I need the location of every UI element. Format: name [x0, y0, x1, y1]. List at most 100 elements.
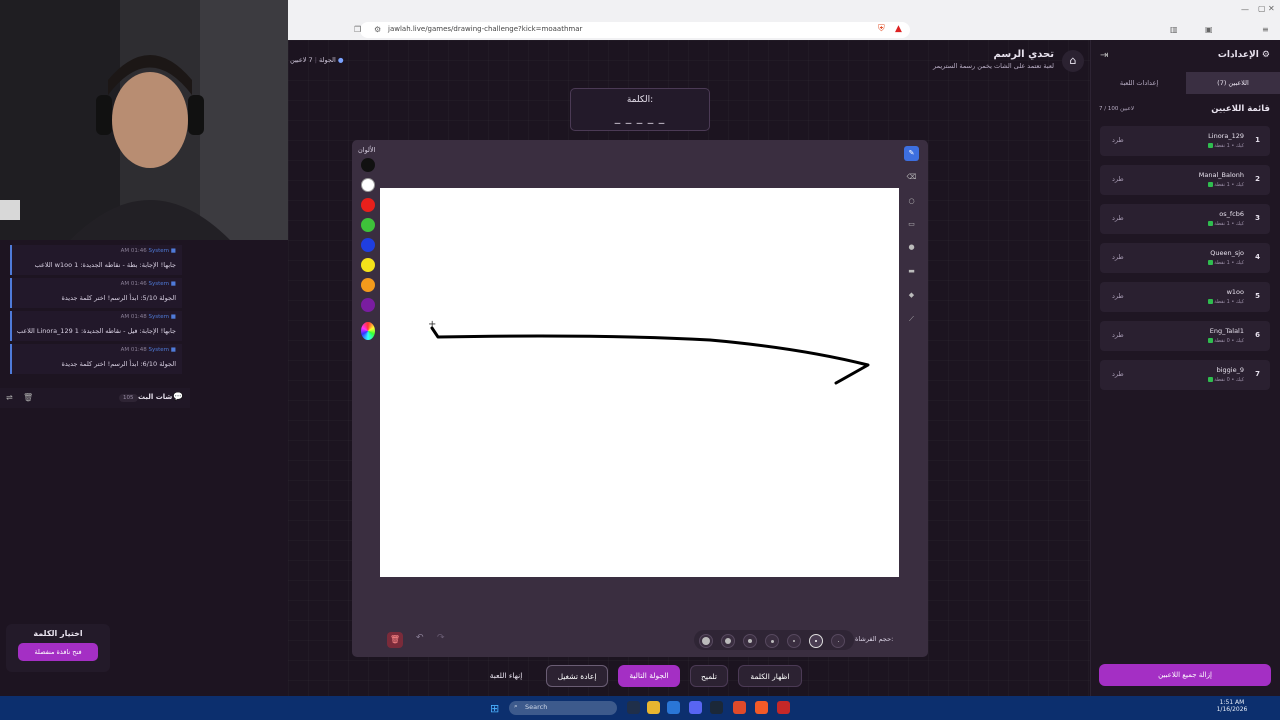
store-icon[interactable]	[667, 701, 680, 714]
player-rank: 1	[1255, 136, 1260, 144]
player-points: كيك • 1 نقطة	[1214, 299, 1244, 305]
tab-game-settings[interactable]: إعدادات اللعبة	[1092, 72, 1186, 94]
filter-icon[interactable]: ⇌	[6, 393, 13, 402]
undo-icon[interactable]: ↶	[416, 633, 424, 643]
taskbar-search-input[interactable]: ⌕ Search	[509, 701, 617, 715]
reveal-word-button[interactable]: اظهار الكلمة	[738, 665, 802, 687]
fill-bucket-tool-icon[interactable]: ◆	[904, 288, 919, 303]
sidebar-toggle-icon[interactable]: ▥	[1170, 25, 1178, 34]
file-explorer-icon[interactable]	[647, 701, 660, 714]
player-points: كيك • 1 نقطة	[1214, 221, 1244, 227]
color-swatch[interactable]	[361, 298, 375, 312]
player-name: Manal_Balonh	[1198, 171, 1244, 179]
word-box: الكلمة: _ _ _ _ _	[570, 88, 710, 131]
player-meta: كيك • 1 نقطة	[1207, 182, 1244, 188]
system-badge-icon: ■	[170, 281, 176, 287]
color-swatch[interactable]	[361, 198, 375, 212]
player-name: os_fcb6	[1219, 210, 1244, 218]
collapse-panel-icon[interactable]: ⇥	[1100, 50, 1108, 61]
next-round-button[interactable]: الجولة التالية	[618, 665, 680, 687]
hint-button[interactable]: تلميح	[690, 665, 728, 687]
color-swatch[interactable]	[361, 238, 375, 252]
open-window-button[interactable]: فتح نافذة منفصلة	[18, 643, 98, 661]
brush-size-xs[interactable]	[787, 634, 801, 648]
end-game-button[interactable]: إنهاء اللعبة	[480, 665, 532, 687]
tab-players[interactable]: اللاعبين (7)	[1186, 72, 1280, 94]
kick-player-button[interactable]: طرد	[1112, 292, 1124, 300]
player-name: Queen_sjo	[1210, 249, 1244, 257]
player-row: 4 Queen_sjo كيك • 1 نقطة طرد	[1100, 243, 1270, 273]
color-swatch[interactable]	[361, 158, 375, 172]
home-button[interactable]: ⌂	[1062, 50, 1084, 72]
redo-icon[interactable]: ↷	[437, 633, 445, 643]
replay-button[interactable]: إعادة تشغيل	[546, 665, 608, 687]
page-title: تحدي الرسم	[993, 49, 1054, 60]
system-message-sender: System	[148, 314, 170, 320]
maximize-icon[interactable]: ▢	[1258, 4, 1266, 13]
kick-player-button[interactable]: طرد	[1112, 370, 1124, 378]
clear-canvas-icon[interactable]: 🗑	[387, 632, 403, 648]
rectangle-tool-icon[interactable]: ▭	[904, 217, 919, 232]
player-row: 7 biggie_9 كيك • 0 نقطة طرد	[1100, 360, 1270, 390]
discord-icon[interactable]	[689, 701, 702, 714]
address-bar[interactable]: jawlah.live/games/drawing-challenge?kick…	[360, 22, 910, 38]
kick-player-button[interactable]: طرد	[1112, 331, 1124, 339]
kick-badge-icon	[1207, 260, 1213, 265]
kick-player-button[interactable]: طرد	[1112, 136, 1124, 144]
system-message: AM 01:48 System ■ اللاعب Linora_129 جابها…	[10, 311, 182, 341]
minimize-icon[interactable]: —	[1241, 5, 1249, 14]
obs-icon[interactable]	[777, 701, 790, 714]
filled-rectangle-tool-icon[interactable]: ▬	[904, 264, 919, 279]
player-row: 2 Manal_Balonh كيك • 1 نقطة طرد	[1100, 165, 1270, 195]
circle-tool-icon[interactable]: ○	[904, 194, 919, 209]
player-points: كيك • 1 نقطة	[1214, 143, 1244, 149]
url-text: jawlah.live/games/drawing-challenge?kick…	[388, 25, 583, 33]
kick-player-button[interactable]: طرد	[1112, 214, 1124, 222]
wallet-icon[interactable]: ▣	[1205, 25, 1213, 34]
windows-start-icon[interactable]: ⊞	[490, 702, 499, 715]
brave-shield-icon[interactable]: ⛨	[878, 24, 885, 34]
pencil-tool-icon[interactable]: ✎	[904, 146, 919, 161]
brush-size-xxs[interactable]	[831, 634, 845, 648]
eraser-tool-icon[interactable]: ⌫	[904, 170, 919, 185]
filled-circle-tool-icon[interactable]: ●	[904, 240, 919, 255]
page-subtitle: لعبة تعتمد على الشات يخمن رسمة الستريمر	[933, 62, 1054, 70]
search-placeholder: Search	[525, 703, 548, 711]
player-points: كيك • 0 نقطة	[1214, 377, 1244, 383]
palette-title: الألوان	[358, 146, 376, 154]
brush-size-sm[interactable]	[765, 634, 779, 648]
color-swatch[interactable]	[361, 218, 375, 232]
color-swatch[interactable]	[361, 178, 375, 192]
brush-size-xl[interactable]	[699, 634, 713, 648]
player-points: كيك • 1 نقطة	[1214, 260, 1244, 266]
remove-all-players-button[interactable]: إزالة جميع اللاعبين	[1099, 664, 1271, 686]
player-rank: 7	[1255, 370, 1260, 378]
player-meta: كيك • 1 نقطة	[1207, 260, 1244, 266]
system-message-text: الجولة 5/10: ابدأ الرسم! اختر كلمة جديدة	[61, 294, 176, 302]
kick-player-button[interactable]: طرد	[1112, 175, 1124, 183]
system-message-time: AM 01:48	[120, 347, 147, 353]
brush-size-selected[interactable]	[809, 634, 823, 648]
line-tool-icon[interactable]: ⟋	[904, 312, 919, 327]
bookmark-icon[interactable]: ❒	[354, 25, 361, 34]
brave-icon[interactable]	[755, 701, 768, 714]
drawing-canvas[interactable]	[380, 188, 899, 577]
color-picker-icon[interactable]	[361, 322, 375, 340]
round-info: الجولة | 7 لاعبين ●	[290, 56, 344, 64]
task-view-icon[interactable]	[627, 701, 640, 714]
trash-icon[interactable]: 🗑	[23, 393, 33, 402]
warning-icon[interactable]: ▲	[895, 24, 902, 34]
close-icon[interactable]: ✕	[1268, 4, 1275, 13]
site-info-icon[interactable]: ⚙	[374, 25, 381, 34]
system-message: AM 01:46 System ■ الجولة 5/10: ابدأ الرسم…	[10, 278, 182, 308]
app-icon[interactable]	[733, 701, 746, 714]
steam-icon[interactable]	[710, 701, 723, 714]
color-swatch[interactable]	[361, 258, 375, 272]
brush-size-lg[interactable]	[721, 634, 735, 648]
menu-icon[interactable]: ≡	[1262, 25, 1269, 34]
word-mask: _ _ _ _ _	[614, 111, 666, 124]
color-swatch[interactable]	[361, 278, 375, 292]
brush-size-md[interactable]	[743, 634, 757, 648]
player-rank: 4	[1255, 253, 1260, 261]
kick-player-button[interactable]: طرد	[1112, 253, 1124, 261]
